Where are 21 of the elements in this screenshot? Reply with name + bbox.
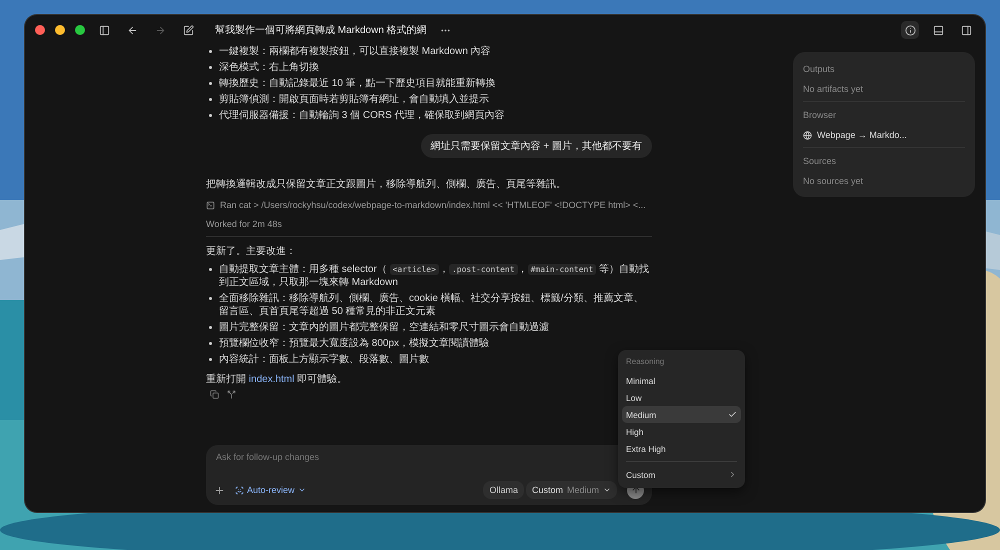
bullet-text: 代理伺服器備援：自動輪詢 3 個 CORS 代理，確保取到網頁內容	[219, 109, 505, 122]
window-title: 幫我製作一個可將網頁轉成 Markdown 格式的網	[215, 24, 427, 37]
worked-time: Worked for 2m 48s	[206, 218, 283, 231]
assistant-text: 把轉換邏輯改成只保留文章正文跟圖片，移除導航列、側欄、廣告、頁尾等雜訊。	[206, 178, 567, 191]
bullet-text: 內容統計：面板上方顯示字數、段落數、圖片數	[219, 353, 429, 366]
bullet-text: 自動提取文章主體：用多種 selector（ <article> ， .post-content ， #main-content 等）自動找到正文區域，只取那一塊來轉 Markdown	[219, 263, 650, 289]
section-heading: Sources	[803, 155, 838, 168]
bullet-text: 圖片完整保留：文章內的圖片都完整保留，空連結和零尺寸圖示會自動過濾	[219, 321, 549, 334]
assistant-text: 更新了。主要改進：	[206, 245, 297, 258]
bullet-text: 轉換歷史：自動記錄最近 10 筆，點一下歷史項目就能重新轉換	[219, 77, 496, 90]
empty-state-text: No sources yet	[803, 176, 864, 186]
bullet-text: 剪貼簿偵測：開啟頁面時若剪貼簿有網址，會自動填入並提示	[219, 93, 489, 106]
empty-state-text: No artifacts yet	[803, 84, 864, 94]
bullet-text: 預覽欄位收窄：預覽最大寬度設為 800px，模擬文章閱讀體驗	[219, 337, 490, 350]
menu-heading: Reasoning	[625, 356, 666, 368]
section-heading: Browser	[803, 109, 838, 122]
bullet-text: 深色模式：右上角切換	[219, 61, 319, 74]
user-message: 網址只需要保留文章內容 + 圖片，其他都不要有	[420, 134, 652, 158]
bullet-text: 一鍵複製：兩欄都有複製按鈕，可以直接複製 Markdown 內容	[219, 45, 491, 58]
bullet-text: 全面移除雜訊：移除導航列、側欄、廣告、cookie 橫幅、社交分享按鈕、標籤/分類、推薦文章、留言區、頁首頁尾等超過 50 種常見的非正文元素	[219, 292, 644, 318]
section-heading: Outputs	[803, 63, 836, 76]
